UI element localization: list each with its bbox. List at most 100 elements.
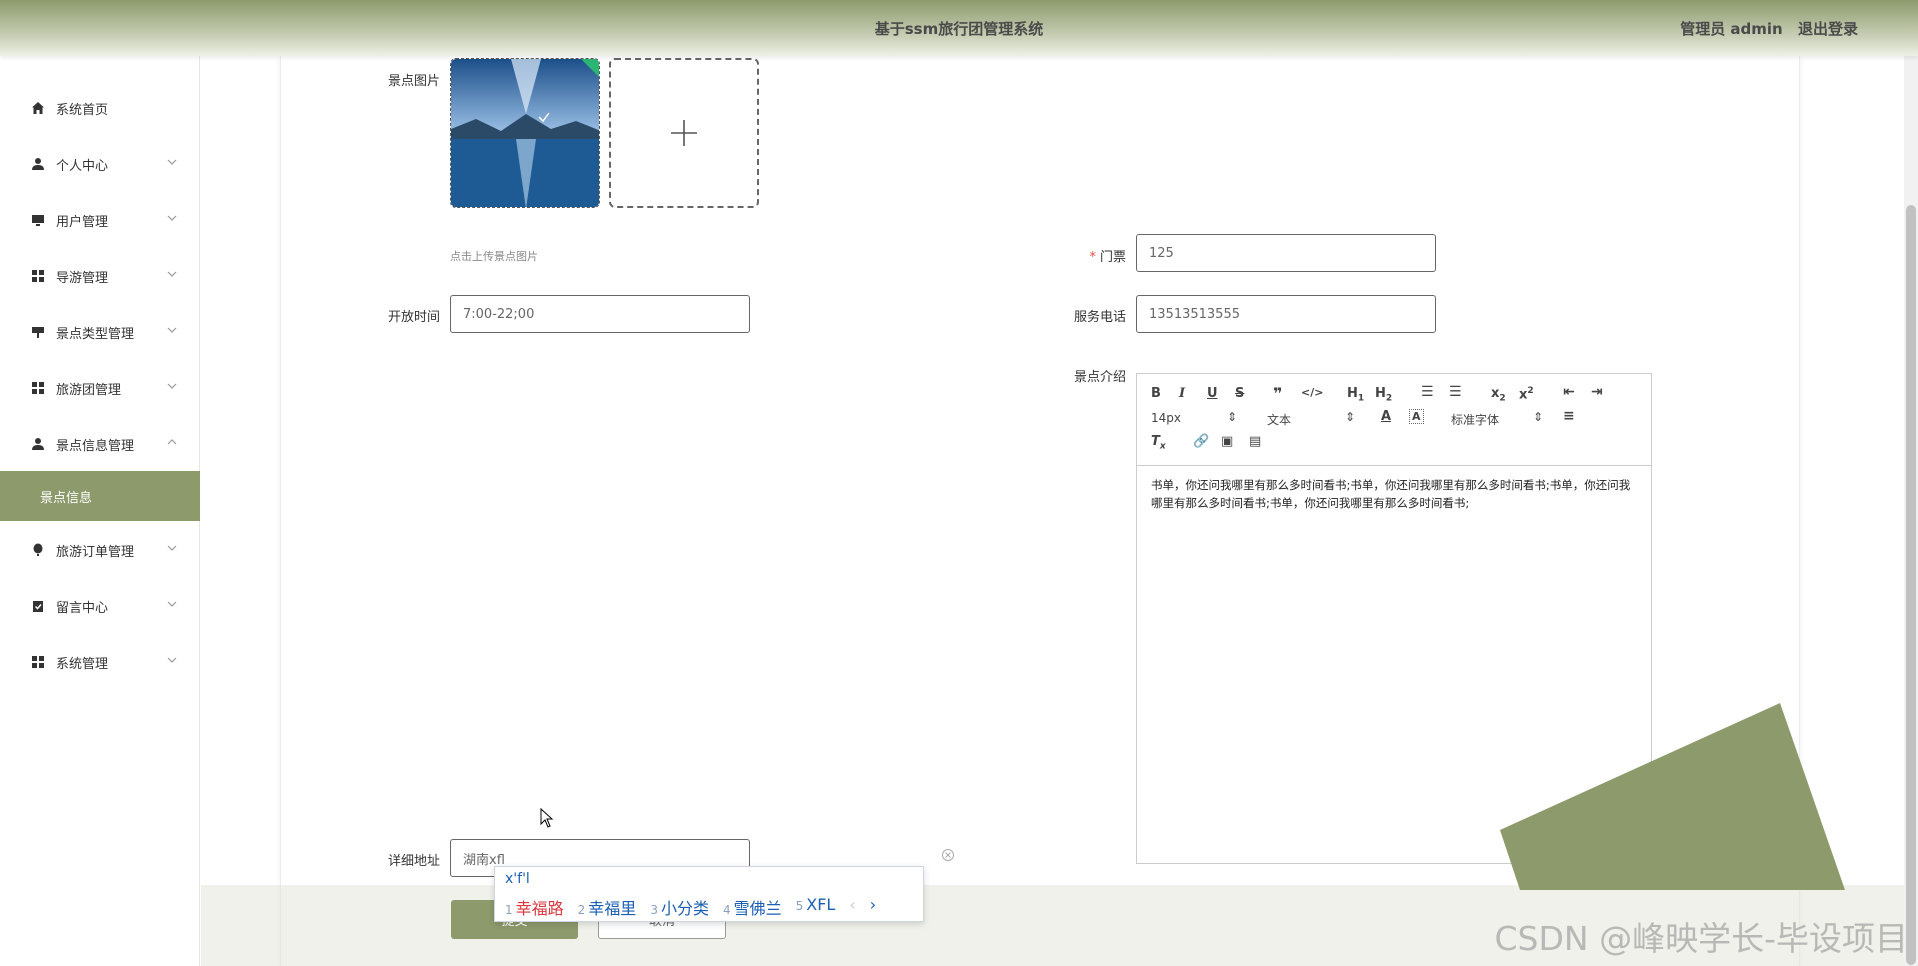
ime-candidate[interactable]: 4 雪佛兰 xyxy=(723,895,782,919)
phone-input[interactable]: 13513513555 xyxy=(1136,295,1436,333)
editor-content[interactable]: 书单，你还问我哪里有那么多时间看书;书单，你还问我哪里有那么多时间看书;书单，你… xyxy=(1137,466,1651,522)
clipboard-check-icon xyxy=(30,598,46,614)
open-time-input[interactable]: 7:00-22;00 xyxy=(450,295,750,333)
ordered-list-icon[interactable]: ☰ xyxy=(1421,384,1434,400)
add-image-button[interactable] xyxy=(609,58,759,208)
superscript-button[interactable]: x2 xyxy=(1519,386,1534,402)
chevron-down-icon xyxy=(167,271,177,277)
lake-image xyxy=(451,59,599,207)
code-button[interactable]: </> xyxy=(1301,386,1323,399)
clear-circle-icon[interactable] xyxy=(941,848,955,862)
address-label: 详细地址 xyxy=(387,854,440,869)
align-icon[interactable]: ≡ xyxy=(1563,408,1575,424)
sidebar-item-tour-groups[interactable]: 旅游团管理 xyxy=(0,366,200,410)
ime-candidate-number: 4 xyxy=(722,903,731,917)
ime-next-icon[interactable]: › xyxy=(870,895,876,919)
outdent-icon[interactable]: ⇤ xyxy=(1563,384,1575,400)
ime-candidate[interactable]: 5 XFL xyxy=(796,895,836,919)
app-title: 基于ssm旅行团管理系统 xyxy=(874,20,1044,38)
quote-button[interactable]: ❞ xyxy=(1273,384,1282,403)
decor-shape xyxy=(1500,703,1845,890)
sidebar-item-orders[interactable]: 旅游订单管理 xyxy=(0,528,200,572)
sidebar-item-messages[interactable]: 留言中心 xyxy=(0,584,200,628)
block-type-arrows-icon: ⇕ xyxy=(1345,410,1356,424)
ime-candidate-text: 幸福里 xyxy=(588,899,637,918)
subscript-button[interactable]: x2 xyxy=(1491,386,1506,404)
video-icon[interactable]: ▤ xyxy=(1249,434,1261,449)
chevron-down-icon xyxy=(167,657,177,663)
ticket-label-text: 门票 xyxy=(1099,250,1126,265)
ime-candidate-number: 2 xyxy=(577,903,586,917)
ime-candidate[interactable]: 2 幸福里 xyxy=(578,895,637,919)
chevron-down-icon xyxy=(167,159,177,165)
underline-button[interactable]: U xyxy=(1207,386,1218,401)
home-icon xyxy=(30,100,46,116)
ime-candidate[interactable]: 3 小分类 xyxy=(650,895,709,919)
chevron-down-icon xyxy=(167,601,177,607)
indent-icon[interactable]: ⇥ xyxy=(1591,384,1603,400)
balloon-icon xyxy=(30,542,46,558)
bullet-list-icon[interactable]: ☰ xyxy=(1449,384,1462,400)
sidebar-item-users[interactable]: 用户管理 xyxy=(0,198,200,242)
font-family-arrows-icon: ⇕ xyxy=(1533,410,1544,424)
strike-button[interactable]: S xyxy=(1235,386,1244,401)
user-label: 管理员 admin xyxy=(1680,20,1783,38)
h1-button[interactable]: H1 xyxy=(1347,386,1364,404)
font-size-select[interactable]: 14px xyxy=(1151,411,1181,425)
sidebar-item-label: 个人中心 xyxy=(56,158,109,174)
phone-label: 服务电话 xyxy=(1073,310,1126,325)
italic-button[interactable]: I xyxy=(1179,386,1185,401)
chevron-down-icon xyxy=(167,545,177,551)
sidebar-item-label: 旅游订单管理 xyxy=(56,544,135,560)
grid-icon xyxy=(30,380,46,396)
link-icon[interactable]: 🔗 xyxy=(1193,434,1209,449)
sidebar-item-label: 系统首页 xyxy=(56,102,109,118)
ticket-input[interactable]: 125 xyxy=(1136,234,1436,272)
clear-format-icon[interactable]: Tx xyxy=(1151,434,1166,452)
sidebar-item-label: 景点类型管理 xyxy=(56,326,135,342)
sidebar-item-label: 景点信息管理 xyxy=(56,438,135,454)
user-area: 管理员 admin 退出登录 xyxy=(1670,18,1858,39)
font-size-arrows-icon: ⇕ xyxy=(1227,410,1238,424)
sidebar-item-spot-info[interactable]: 景点信息管理 xyxy=(0,422,200,466)
bg-color-icon[interactable]: A xyxy=(1409,409,1424,424)
ime-candidate-window: x'f'l 1 幸福路 2 幸福里 3 小分类 4 雪佛兰 5 XFL ‹ › xyxy=(494,866,924,922)
ime-candidate[interactable]: 1 幸福路 xyxy=(505,895,564,919)
ime-candidate-number: 5 xyxy=(795,899,804,913)
monitor-icon xyxy=(30,212,46,228)
sidebar-item-guides[interactable]: 导游管理 xyxy=(0,254,200,298)
ime-candidate-list: 1 幸福路 2 幸福里 3 小分类 4 雪佛兰 5 XFL ‹ › xyxy=(505,895,876,919)
image-label: 景点图片 xyxy=(387,74,440,89)
image-icon[interactable]: ▣ xyxy=(1221,434,1233,449)
h2-button[interactable]: H2 xyxy=(1375,386,1392,404)
editor-toolbar: B I U S ❞ </> H1 H2 ☰ ☰ x2 x2 ⇤ ⇥ 14px ⇕… xyxy=(1137,374,1651,466)
block-type-select[interactable]: 文本 xyxy=(1267,411,1291,428)
ime-candidate-text: XFL xyxy=(806,895,836,914)
intro-label: 景点介绍 xyxy=(1073,370,1126,385)
ime-candidate-text: 小分类 xyxy=(660,899,709,918)
sidebar-subitem-spot-info[interactable]: 景点信息 xyxy=(0,471,200,521)
sidebar-item-home[interactable]: 系统首页 xyxy=(0,86,200,130)
font-family-select[interactable]: 标准字体 xyxy=(1451,411,1499,428)
sidebar-item-personal[interactable]: 个人中心 xyxy=(0,142,200,186)
ticket-label: * 门票 xyxy=(1040,246,1126,265)
open-time-label: 开放时间 xyxy=(387,310,440,325)
sidebar-item-system[interactable]: 系统管理 xyxy=(0,640,200,684)
spot-image-thumbnail[interactable] xyxy=(450,58,600,208)
logout-link[interactable]: 退出登录 xyxy=(1798,20,1858,38)
chevron-down-icon xyxy=(167,383,177,389)
sidebar-item-label: 留言中心 xyxy=(56,600,109,616)
ime-candidate-number: 3 xyxy=(650,903,658,917)
scrollbar-thumb[interactable] xyxy=(1906,205,1916,965)
required-mark: * xyxy=(1089,250,1096,265)
ime-prev-icon[interactable]: ‹ xyxy=(849,895,855,919)
page-scrollbar[interactable] xyxy=(1904,0,1918,966)
grid-icon xyxy=(30,268,46,284)
sidebar-item-spot-types[interactable]: 景点类型管理 xyxy=(0,310,200,354)
signpost-icon xyxy=(30,324,46,340)
chevron-down-icon xyxy=(167,215,177,221)
font-color-icon[interactable]: A xyxy=(1381,409,1391,424)
plus-icon xyxy=(671,120,697,146)
bold-button[interactable]: B xyxy=(1151,386,1161,401)
sidebar: 系统首页 个人中心 用户管理 导游管理 景点类型管理 旅游团管理 景点信息管理 … xyxy=(0,56,200,966)
